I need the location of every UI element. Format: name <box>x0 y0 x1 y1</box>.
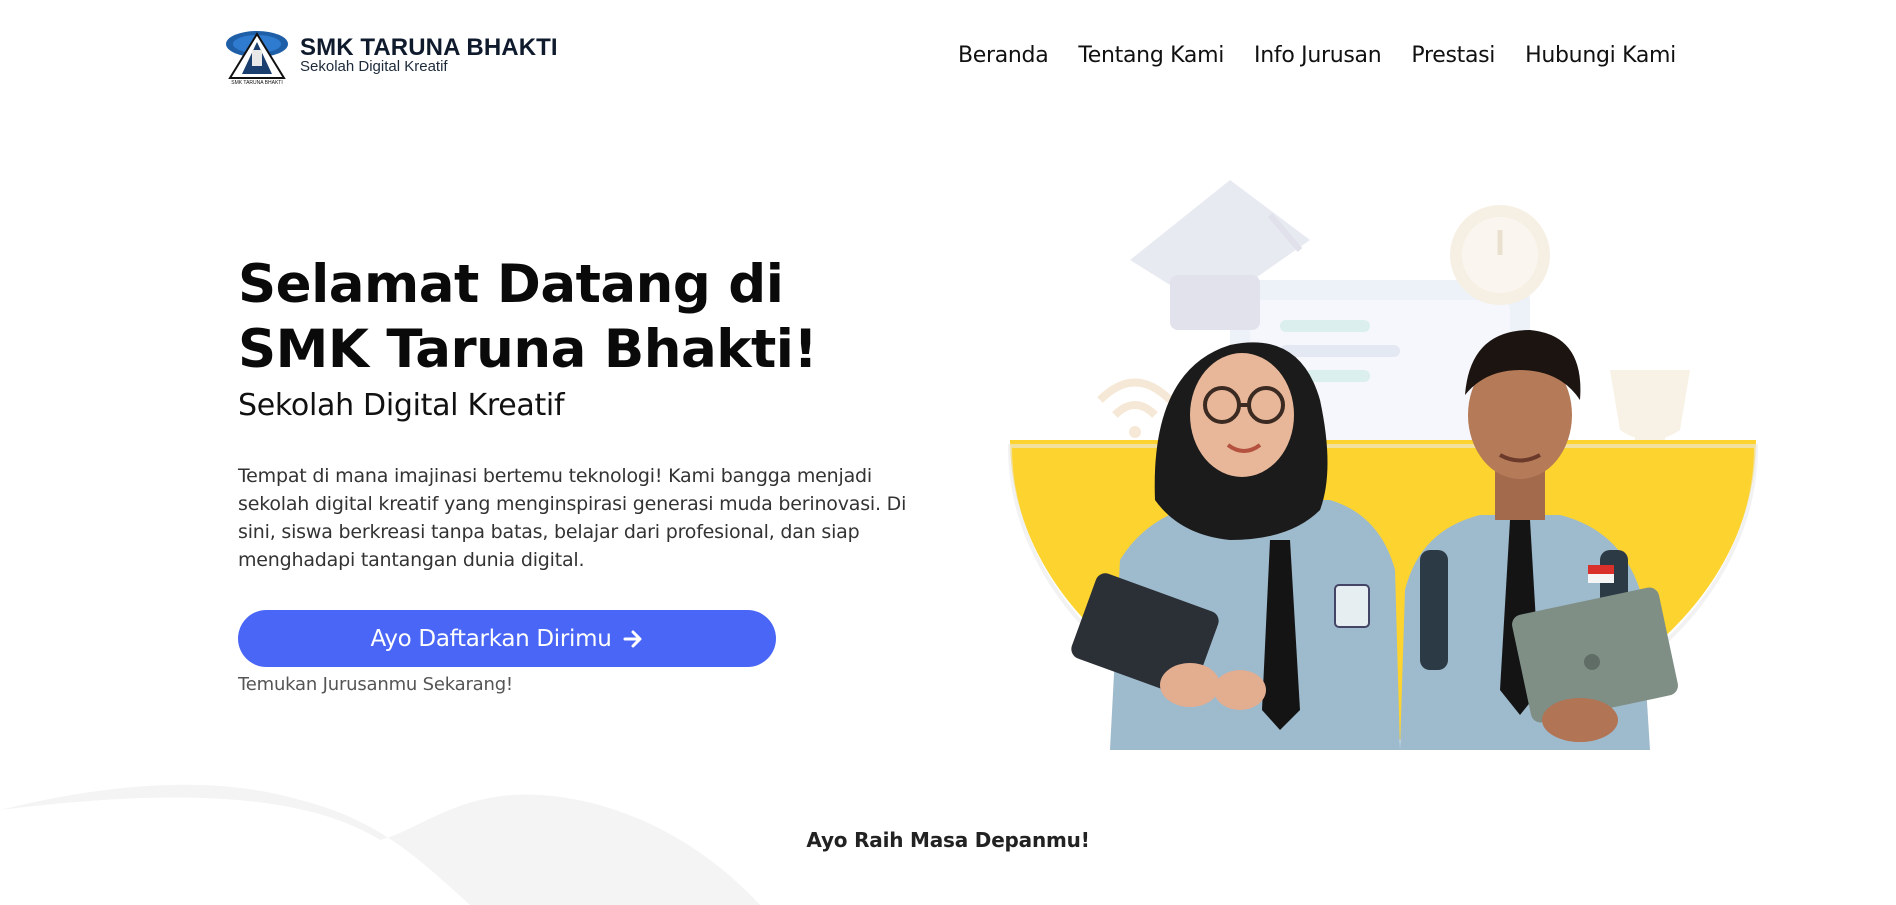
nav-item-prestasi[interactable]: Prestasi <box>1411 43 1495 68</box>
register-button-label: Ayo Daftarkan Dirimu <box>370 625 612 652</box>
hero-title-line1: Selamat Datang di <box>238 254 784 315</box>
school-logo-icon: SMK TARUNA BHAKTI <box>226 31 288 86</box>
site-header: SMK TARUNA BHAKTI SMK TARUNA BHAKTI Seko… <box>0 0 1896 110</box>
brand-name: SMK TARUNA BHAKTI <box>300 34 558 61</box>
hero-title-line2: SMK Taruna Bhakti! <box>238 319 818 380</box>
brand[interactable]: SMK TARUNA BHAKTI SMK TARUNA BHAKTI Seko… <box>224 28 558 86</box>
cta-hint: Temukan Jurusanmu Sekarang! <box>238 674 513 695</box>
arrow-right-icon <box>623 630 642 647</box>
nav-item-hubungi-kami[interactable]: Hubungi Kami <box>1525 43 1676 68</box>
brand-tagline: Sekolah Digital Kreatif <box>300 58 448 75</box>
nav-item-info-jurusan[interactable]: Info Jurusan <box>1254 43 1382 68</box>
footer-tagline: Ayo Raih Masa Depanmu! <box>806 828 1090 852</box>
hero-illustration <box>1007 180 1759 750</box>
hero-description: Tempat di mana imajinasi bertemu teknolo… <box>238 465 907 571</box>
svg-text:SMK TARUNA BHAKTI: SMK TARUNA BHAKTI <box>231 80 283 86</box>
register-button[interactable]: Ayo Daftarkan Dirimu <box>238 610 776 667</box>
nav-item-tentang-kami[interactable]: Tentang Kami <box>1078 43 1224 68</box>
hero-subtitle: Sekolah Digital Kreatif <box>238 388 565 423</box>
nav-item-beranda[interactable]: Beranda <box>958 43 1049 68</box>
hero-title: Selamat Datang di SMK Taruna Bhakti! <box>238 252 858 382</box>
main-nav: Beranda Tentang Kami Info Jurusan Presta… <box>928 43 1676 68</box>
